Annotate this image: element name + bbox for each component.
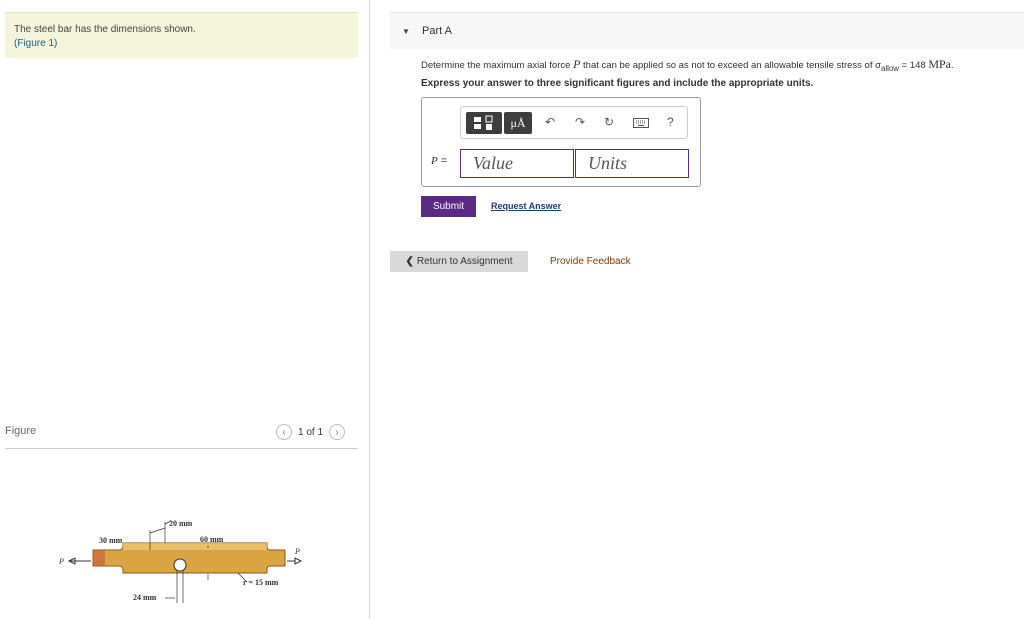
- question-mid: that can be applied so as not to exceed …: [580, 60, 881, 71]
- answer-equals: =: [440, 155, 448, 167]
- chevron-right-icon: ›: [335, 426, 339, 438]
- units-input[interactable]: Units: [575, 149, 689, 178]
- prev-figure-button[interactable]: ‹: [276, 424, 292, 440]
- steel-bar-figure: P P 20 mm 30 mm 60 mm 24 mm r = 15 mm: [58, 519, 303, 603]
- provide-feedback-link[interactable]: Provide Feedback: [550, 256, 631, 267]
- chevron-left-icon: ‹: [282, 426, 286, 438]
- submit-button[interactable]: Submit: [421, 196, 476, 217]
- dim-30mm: 30 mm: [99, 536, 123, 545]
- triangle-down-icon[interactable]: ▼: [402, 27, 410, 36]
- undo-icon[interactable]: ↶: [545, 115, 555, 129]
- figure-pager: ‹ 1 of 1 ›: [276, 423, 346, 441]
- load-right-label: P: [294, 547, 300, 556]
- figure-link[interactable]: (Figure 1): [14, 38, 57, 49]
- question-text: Determine the maximum axial force P that…: [421, 57, 954, 73]
- load-left-label: P: [58, 557, 64, 566]
- part-a-header[interactable]: ▼ Part A: [390, 12, 1024, 49]
- answer-variable: P: [431, 155, 438, 167]
- reset-icon[interactable]: ↻: [604, 115, 614, 129]
- question-eq: = 148: [899, 60, 929, 71]
- figure-label: Figure: [5, 425, 37, 437]
- redo-icon[interactable]: ↷: [575, 115, 585, 129]
- units-button[interactable]: μÅ: [504, 112, 532, 134]
- dim-20mm: 20 mm: [169, 519, 193, 528]
- pager-text: 1 of 1: [298, 426, 324, 438]
- problem-intro: The steel bar has the dimensions shown. …: [5, 12, 358, 58]
- keyboard-icon[interactable]: [633, 118, 649, 128]
- templates-icon: [474, 115, 493, 130]
- part-title: Part A: [422, 25, 452, 37]
- math-toolbar: μÅ ↶ ↷ ↻ ?: [460, 106, 688, 139]
- intro-text: The steel bar has the dimensions shown.: [14, 24, 196, 35]
- figure-divider: [5, 448, 358, 449]
- dim-60mm: 60 mm: [200, 535, 224, 544]
- return-label: Return to Assignment: [416, 256, 513, 267]
- figure-pane: The steel bar has the dimensions shown. …: [0, 0, 370, 619]
- return-to-assignment-button[interactable]: ❮ Return to Assignment: [390, 251, 528, 272]
- question-end: .: [951, 60, 954, 71]
- answer-instruction: Express your answer to three significant…: [421, 78, 814, 89]
- answer-box: μÅ ↶ ↷ ↻ ? P = Value Units: [421, 97, 701, 187]
- next-figure-button[interactable]: ›: [329, 424, 346, 440]
- question-pre: Determine the maximum axial force: [421, 60, 574, 71]
- templates-button[interactable]: [466, 112, 502, 134]
- chevron-left-icon: ❮: [405, 256, 414, 267]
- help-button[interactable]: ?: [667, 115, 674, 129]
- question-unit: MPa: [928, 57, 951, 71]
- answer-variable-label: P =: [431, 155, 447, 167]
- dim-radius: r = 15 mm: [243, 578, 279, 587]
- request-answer-link[interactable]: Request Answer: [491, 201, 561, 211]
- value-input[interactable]: Value: [460, 149, 574, 178]
- dim-24mm: 24 mm: [133, 593, 157, 602]
- question-subscript: allow: [880, 63, 899, 73]
